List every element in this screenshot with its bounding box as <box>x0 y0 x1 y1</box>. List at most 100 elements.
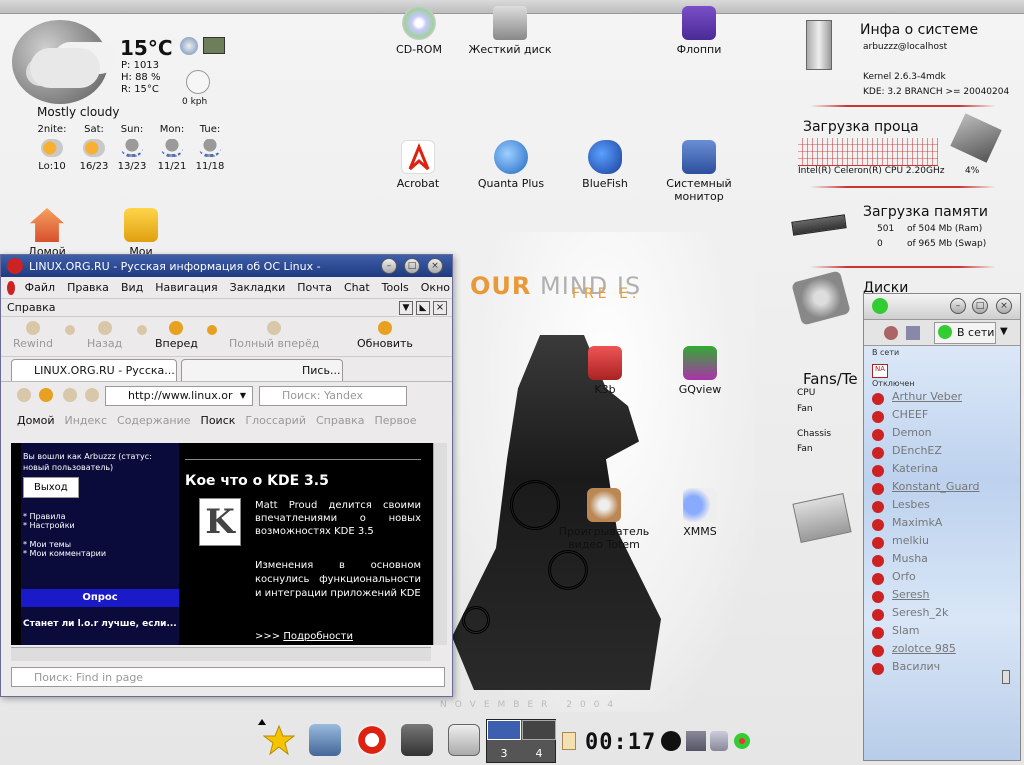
tab-mail[interactable]: Пись... <box>181 359 343 381</box>
klipper-icon[interactable] <box>562 732 576 750</box>
more-link[interactable]: Подробности <box>283 631 353 642</box>
resize-grip-icon[interactable] <box>1002 670 1010 684</box>
star-icon[interactable] <box>262 724 296 756</box>
back-dropdown-icon[interactable] <box>137 325 147 335</box>
desktop-icon-gqview[interactable]: GQview <box>655 346 745 396</box>
minimize-button[interactable]: – <box>950 298 966 314</box>
reload-button[interactable]: Обновить <box>357 321 413 350</box>
menu-file[interactable]: Файл <box>23 281 57 294</box>
app-menu-icon[interactable] <box>7 280 15 295</box>
rewind-button[interactable]: Rewind <box>13 321 53 350</box>
contact-item[interactable]: Slam <box>864 624 1020 642</box>
link-glossary[interactable]: Глоссарий <box>245 414 306 427</box>
desktop-pager[interactable]: 3 4 <box>486 719 556 763</box>
contact-item[interactable]: DEnchEZ <box>864 444 1020 462</box>
menu-bookmarks[interactable]: Закладки <box>228 281 288 294</box>
network-applet-icon[interactable] <box>686 731 706 751</box>
contact-item[interactable]: Seresh_2k <box>864 606 1020 624</box>
map-icon[interactable] <box>203 37 225 54</box>
link-first[interactable]: Первое <box>374 414 416 427</box>
desktop-icon-home[interactable]: Домой <box>2 208 92 258</box>
back-history-icon[interactable] <box>65 325 75 335</box>
find-input[interactable]: Поиск: Find in page <box>11 667 445 687</box>
fast-forward-button[interactable]: Полный вперёд <box>229 321 319 350</box>
page-content[interactable]: Вы вошли как Arbuzzz (статус: новый поль… <box>11 443 433 645</box>
browser-window[interactable]: LINUX.ORG.RU - Русская информация об ОС … <box>0 254 453 697</box>
globe-icon[interactable] <box>180 37 198 55</box>
vertical-scrollbar[interactable] <box>433 443 447 645</box>
back-button[interactable]: Назад <box>87 321 122 350</box>
maximize-button[interactable]: □ <box>404 258 420 274</box>
print-icon[interactable] <box>63 388 77 402</box>
desktop-icon-acrobat[interactable]: Acrobat <box>373 140 463 190</box>
side-link-my-comments[interactable]: * Мои комментарии <box>23 549 179 558</box>
link-search[interactable]: Поиск <box>201 414 236 427</box>
link-home[interactable]: Домой <box>17 414 55 427</box>
clock[interactable]: 00:17 <box>585 730 656 755</box>
pager-desk-3[interactable]: 3 <box>487 743 521 763</box>
search-input[interactable]: Поиск: Yandex <box>259 386 407 406</box>
contact-item[interactable]: Demon <box>864 426 1020 444</box>
desktop-icon-xmms[interactable]: XMMS <box>655 488 745 538</box>
close-button[interactable]: × <box>996 298 1012 314</box>
link-help[interactable]: Справка <box>316 414 364 427</box>
desktop-icon-totem[interactable]: Проигрыватель видео Totem <box>558 488 650 551</box>
browser-titlebar[interactable]: LINUX.ORG.RU - Русская информация об ОС … <box>1 255 452 277</box>
menu-edit[interactable]: Правка <box>65 281 111 294</box>
bomb-icon[interactable] <box>661 731 681 751</box>
forward-dropdown-icon[interactable] <box>207 325 217 335</box>
menu-tools[interactable]: Tools <box>380 281 411 294</box>
search-icon[interactable] <box>85 388 99 402</box>
terminal-icon[interactable] <box>401 724 433 756</box>
pager-desk-4[interactable]: 4 <box>522 743 556 763</box>
add-contact-icon[interactable] <box>884 326 898 340</box>
pager-desk-2[interactable] <box>522 720 556 740</box>
desktop-icon-cdrom[interactable]: CD-ROM <box>374 6 464 56</box>
contact-item[interactable]: Konstant_Guard <box>864 480 1020 498</box>
pager-desk-1[interactable] <box>487 720 521 740</box>
desktop-icon-bluefish[interactable]: BlueFish <box>560 140 650 190</box>
dropdown-arrow-icon[interactable]: ▼ <box>399 301 413 315</box>
menu-help[interactable]: Справка <box>7 301 55 314</box>
lock-icon[interactable] <box>710 731 728 751</box>
contact-item[interactable]: MaximkA <box>864 516 1020 534</box>
desktop-icon-sysmon[interactable]: Системный монитор <box>654 140 744 203</box>
status-dropdown-icon[interactable]: ▼ <box>1000 326 1008 337</box>
side-link-my-topics[interactable]: * Мои темы <box>23 540 179 549</box>
contact-item[interactable]: Arthur Veber <box>864 390 1020 408</box>
opera-icon[interactable] <box>356 724 388 756</box>
mail-client-icon[interactable] <box>309 724 341 756</box>
contact-item[interactable]: melkiu <box>864 534 1020 552</box>
link-contents[interactable]: Содержание <box>117 414 191 427</box>
url-input[interactable]: http://www.linux.or <box>105 386 253 406</box>
desktop-icon-k3b[interactable]: K3b <box>560 346 650 396</box>
contact-item[interactable]: Katerina <box>864 462 1020 480</box>
contact-item[interactable]: Lesbes <box>864 498 1020 516</box>
im-window[interactable]: – □ × В сети ▼ В сети NA Отключен Arthur… <box>863 293 1021 761</box>
contact-item[interactable]: Seresh <box>864 588 1020 606</box>
close-icon[interactable]: × <box>433 301 447 315</box>
icq-tray-icon[interactable] <box>734 733 750 749</box>
link-index[interactable]: Индекс <box>65 414 108 427</box>
contact-item[interactable]: CHEEF <box>864 408 1020 426</box>
menu-chat[interactable]: Chat <box>342 281 372 294</box>
contact-item[interactable]: Musha <box>864 552 1020 570</box>
contact-item[interactable]: Василич <box>864 660 1020 678</box>
settings-icon[interactable] <box>906 326 920 340</box>
im-titlebar[interactable]: – □ × <box>864 294 1020 320</box>
close-button[interactable]: × <box>427 258 443 274</box>
desktop-icon-hdd[interactable]: Жесткий диск <box>465 6 555 56</box>
side-link-settings[interactable]: * Настройки <box>23 521 179 530</box>
url-dropdown-icon[interactable]: ▼ <box>235 387 251 405</box>
desktop-icon-floppy[interactable]: Флоппи <box>654 6 744 56</box>
contact-item[interactable]: Orfo <box>864 570 1020 588</box>
tab-linux-org[interactable]: LINUX.ORG.RU - Русска... <box>11 359 177 381</box>
contact-item[interactable]: zolotce 985 <box>864 642 1020 660</box>
icq-flower-icon[interactable] <box>872 298 888 314</box>
menu-view[interactable]: Вид <box>119 281 145 294</box>
document-icon[interactable] <box>448 724 480 756</box>
desktop-icon-quanta[interactable]: Quanta Plus <box>466 140 556 190</box>
home-small-icon[interactable] <box>17 388 31 402</box>
minimize-button[interactable]: – <box>381 258 397 274</box>
side-link-rules[interactable]: * Правила <box>23 512 179 521</box>
